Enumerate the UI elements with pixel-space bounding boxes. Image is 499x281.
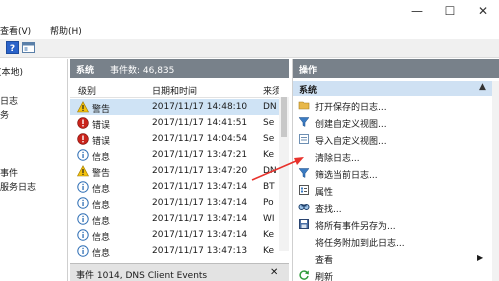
arrow-line (251, 160, 297, 181)
arrow-head (294, 157, 304, 165)
annotation-arrow (251, 157, 304, 181)
